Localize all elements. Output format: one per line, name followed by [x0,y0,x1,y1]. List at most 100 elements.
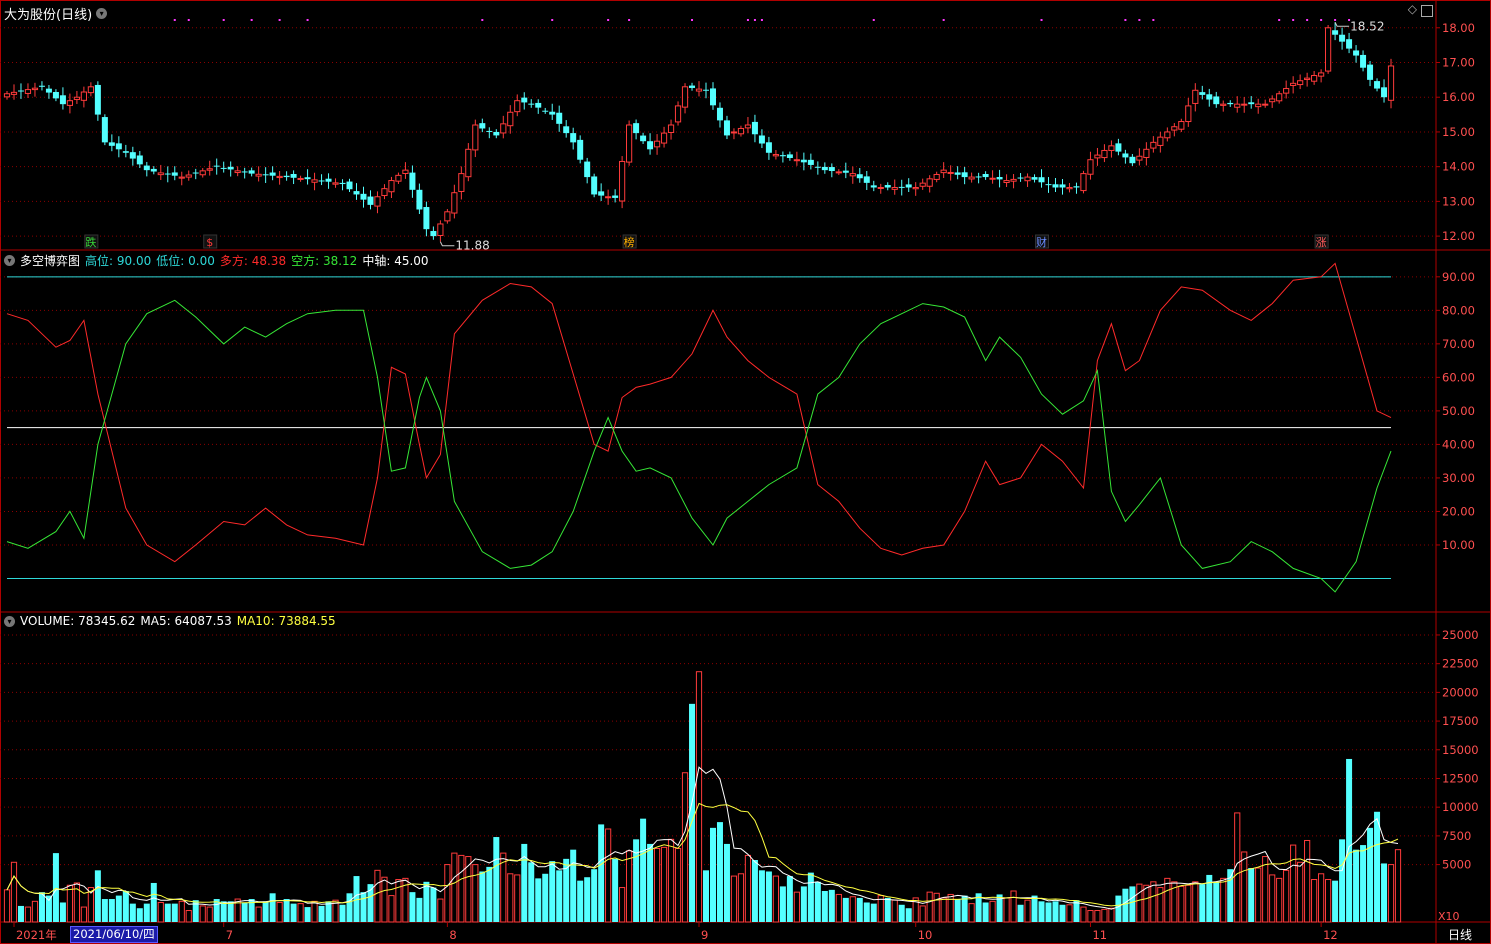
volume-bar [108,899,115,922]
high-pointer [1334,22,1350,27]
volume-bar [1381,863,1388,922]
candle-body [451,192,458,214]
volume-bar [591,869,598,922]
volume-bar [605,828,612,923]
volume-bar [926,891,933,923]
volume-bar [255,906,262,923]
volume-bar [122,891,129,922]
x-tick-label: 7 [226,928,233,942]
candle-body [1206,94,1213,100]
x-tick-label: 2021年 [16,928,57,942]
candle-body [1332,30,1339,35]
candle-body [870,185,877,188]
candle-body [653,140,661,148]
volume-bar [94,870,101,922]
volume-bar [374,869,381,923]
volume-bar [514,874,521,923]
volume-bar [1325,879,1332,923]
candle-body [1297,80,1304,86]
volume-bar [619,887,626,923]
period-label[interactable]: 日线 [1448,926,1472,943]
candle-body [213,165,220,167]
volume-bar [1185,884,1192,923]
candle-body [171,172,178,176]
volume-bar [1150,881,1157,923]
candle-body [458,173,465,192]
collapse-icon[interactable]: ▾ [96,8,108,19]
volume-bar [395,879,402,923]
volume-bar [835,893,842,923]
candle-body [1220,103,1227,106]
volume-bar [1199,884,1206,922]
event-dot [187,19,190,21]
volume-bar [674,848,682,923]
indicator-name: 多空博弈图 [20,254,81,268]
event-dot [1334,19,1337,21]
volume-bar [647,843,654,922]
candle-body [1381,87,1388,98]
indicator-bull: 多方: 48.38 [219,254,287,268]
candle-body [996,177,1003,180]
candle-body [10,91,18,95]
window-icon[interactable] [1421,5,1433,17]
candle-body [297,177,304,180]
volume-bar [807,872,814,922]
volume-bar [1290,844,1297,923]
indicator-panel [6,262,1392,593]
candle-body [563,126,570,134]
volume-bar [150,882,157,922]
diamond-icon[interactable]: ◇ [1408,2,1417,17]
stock-chart: 18.52 11.88 跌 $ 榜 财 涨 18.00 17.00 16.00 15.00 14.0… [0,0,1491,944]
collapse-icon[interactable]: ▾ [4,615,15,627]
volume-bar [115,895,122,922]
volume-bar [863,902,870,922]
candle-body [1199,92,1206,95]
candle-body [765,142,772,153]
volume-bar [1311,879,1318,923]
volume-bar [821,891,828,922]
candle-body [248,170,255,174]
candle-body [1017,177,1024,179]
candle-body [1038,177,1045,183]
volume-bar [346,893,353,922]
volume-bar [667,838,675,923]
candle-body [982,173,989,178]
candle-body [821,166,828,171]
volume-bar [1297,861,1304,923]
candle-body [129,152,136,159]
volume-bar [451,852,458,923]
volume-bar [793,891,800,923]
volume-bar [1367,827,1374,922]
candle-body [318,180,325,182]
candle-body [968,176,975,180]
candle-body [472,124,479,151]
candle-body [1353,50,1360,56]
volume-bar [884,897,891,922]
candle-body [143,165,150,171]
candle-body [227,166,234,170]
event-dot [250,19,253,21]
volume-bar [1164,877,1171,923]
panel-header-price: 大为股份(日线) ▾ [4,4,108,23]
candle-body [779,155,786,157]
collapse-icon[interactable]: ▾ [4,255,15,266]
candle-body [178,176,185,179]
candle-body [542,110,549,112]
volume-bar [640,818,647,922]
volume-bar [3,889,11,923]
volume-bar [1213,881,1220,922]
candle-body [1066,187,1073,190]
volume-bar [304,907,311,922]
volume-bar [1066,904,1073,923]
price-panel: 18.52 11.88 跌 $ 榜 财 涨 [3,19,1395,253]
volume-tick-label: 12500 [1442,771,1479,785]
candle-body [1192,89,1199,104]
event-dot [872,19,875,21]
volume-bar [681,772,689,923]
candle-body [80,91,87,101]
event-marker: 财 [1036,235,1047,249]
volume-bar [528,862,535,922]
volume-bar [1129,886,1136,922]
event-marker: 跌 [85,235,96,249]
candle-body [31,87,39,91]
